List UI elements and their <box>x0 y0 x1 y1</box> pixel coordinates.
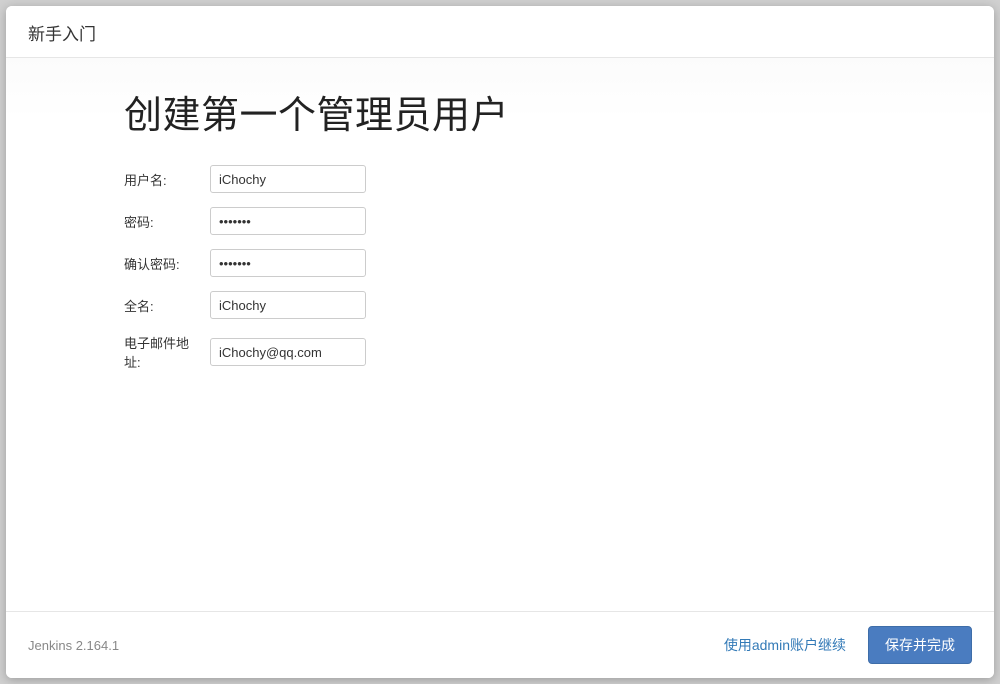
form-row-fullname: 全名: <box>124 291 954 319</box>
password-input[interactable] <box>210 207 366 235</box>
content-area: 创建第一个管理员用户 用户名: 密码: 确认密码: 全名: 电子邮件地址: <box>6 58 994 611</box>
form-row-confirm-password: 确认密码: <box>124 249 954 277</box>
page-title: 创建第一个管理员用户 <box>124 84 954 139</box>
footer-actions: 使用admin账户继续 保存并完成 <box>720 626 972 664</box>
password-label: 密码: <box>124 212 210 231</box>
email-input[interactable] <box>210 338 366 366</box>
header-title: 新手入门 <box>28 20 972 45</box>
header: 新手入门 <box>6 6 994 58</box>
form-row-password: 密码: <box>124 207 954 235</box>
fullname-label: 全名: <box>124 296 210 315</box>
confirm-password-label: 确认密码: <box>124 254 210 273</box>
footer: Jenkins 2.164.1 使用admin账户继续 保存并完成 <box>6 611 994 678</box>
form-row-username: 用户名: <box>124 165 954 193</box>
version-text: Jenkins 2.164.1 <box>28 638 119 653</box>
username-label: 用户名: <box>124 170 210 189</box>
username-input[interactable] <box>210 165 366 193</box>
form-row-email: 电子邮件地址: <box>124 333 954 371</box>
content-inner: 创建第一个管理员用户 用户名: 密码: 确认密码: 全名: 电子邮件地址: <box>124 84 954 371</box>
fullname-input[interactable] <box>210 291 366 319</box>
save-and-finish-button[interactable]: 保存并完成 <box>868 626 972 664</box>
email-label: 电子邮件地址: <box>124 333 210 371</box>
confirm-password-input[interactable] <box>210 249 366 277</box>
setup-wizard-window: 新手入门 创建第一个管理员用户 用户名: 密码: 确认密码: 全名: 电子邮 <box>6 6 994 678</box>
continue-as-admin-link[interactable]: 使用admin账户继续 <box>720 629 850 661</box>
